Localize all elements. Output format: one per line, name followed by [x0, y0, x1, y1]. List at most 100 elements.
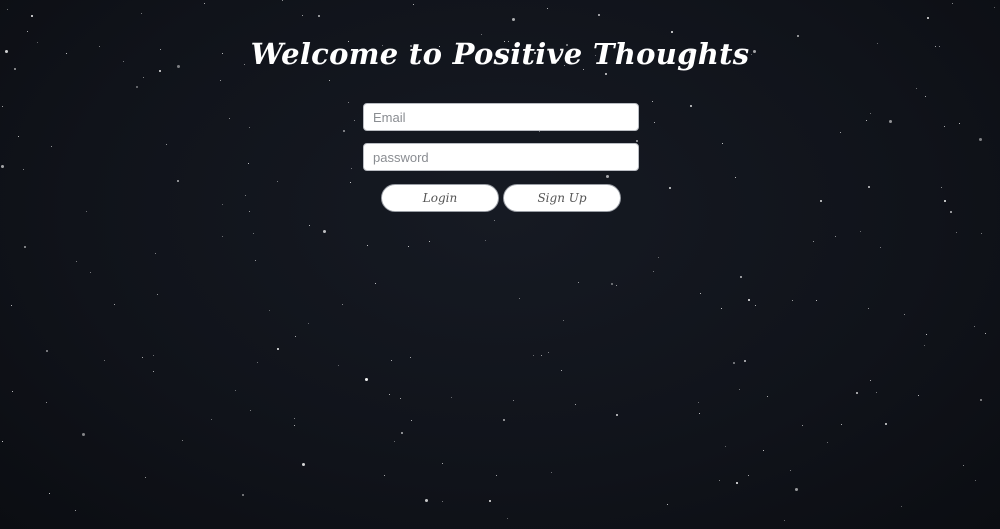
star: [820, 200, 822, 202]
star: [249, 127, 250, 128]
star: [503, 419, 505, 421]
page-title: Welcome to Positive Thoughts: [250, 37, 750, 72]
star: [282, 0, 283, 1]
star: [75, 510, 76, 511]
star: [277, 181, 278, 182]
star: [866, 120, 867, 121]
star: [354, 120, 355, 121]
star: [166, 144, 167, 145]
star: [870, 113, 871, 114]
star: [755, 305, 756, 306]
star: [253, 233, 254, 234]
star: [700, 293, 701, 294]
star: [142, 357, 143, 358]
star: [309, 225, 310, 226]
starfield-background: [0, 0, 1000, 529]
star: [795, 488, 798, 491]
star: [802, 425, 803, 426]
signup-button[interactable]: Sign Up: [503, 184, 621, 212]
star: [220, 80, 221, 81]
star: [918, 395, 919, 396]
star: [841, 424, 842, 425]
star: [12, 391, 13, 392]
star: [979, 138, 982, 141]
star: [868, 308, 869, 309]
star: [994, 7, 995, 8]
star: [512, 18, 515, 21]
star: [51, 146, 52, 147]
star: [784, 520, 785, 521]
star: [481, 34, 482, 35]
star: [177, 180, 179, 182]
star: [411, 420, 412, 421]
star: [959, 123, 960, 124]
star: [974, 326, 975, 327]
star: [763, 450, 764, 451]
star: [375, 283, 376, 284]
star: [901, 506, 902, 507]
star: [575, 404, 576, 405]
star: [916, 88, 917, 89]
star: [925, 96, 926, 97]
star: [735, 177, 736, 178]
star: [551, 472, 552, 473]
star: [563, 320, 564, 321]
star: [18, 136, 19, 137]
star: [733, 362, 735, 364]
star: [49, 493, 50, 494]
star: [400, 398, 401, 399]
password-input[interactable]: [363, 143, 639, 171]
star: [211, 419, 212, 420]
star: [981, 233, 982, 234]
star: [294, 418, 295, 419]
email-input[interactable]: [363, 103, 639, 131]
star: [24, 246, 26, 248]
star: [2, 106, 3, 107]
star: [513, 400, 514, 401]
star: [489, 500, 491, 502]
star: [27, 31, 28, 32]
star: [813, 241, 814, 242]
star: [927, 17, 929, 19]
star: [547, 8, 548, 9]
star: [598, 14, 600, 16]
star: [606, 175, 609, 178]
login-form: [363, 103, 639, 171]
star: [323, 230, 326, 233]
star: [318, 15, 320, 17]
star: [338, 365, 339, 366]
star: [496, 475, 497, 476]
star: [7, 9, 8, 10]
star: [442, 501, 443, 502]
star: [924, 345, 925, 346]
star: [652, 101, 653, 102]
star: [880, 247, 881, 248]
star: [302, 463, 305, 466]
star: [294, 425, 295, 426]
login-button[interactable]: Login: [381, 184, 499, 212]
star: [136, 86, 138, 88]
star: [944, 200, 946, 202]
star: [342, 304, 343, 305]
star: [885, 423, 887, 425]
star: [413, 4, 414, 5]
star: [740, 276, 742, 278]
star: [429, 241, 430, 242]
star: [143, 77, 144, 78]
star: [255, 260, 256, 261]
star: [653, 271, 654, 272]
star: [46, 350, 48, 352]
star: [86, 211, 87, 212]
star: [257, 362, 258, 363]
star: [394, 441, 395, 442]
star: [744, 360, 746, 362]
star: [76, 261, 77, 262]
star: [408, 246, 409, 247]
star: [249, 211, 250, 212]
star: [82, 433, 85, 436]
star: [605, 73, 607, 75]
star: [616, 285, 617, 286]
star: [578, 282, 579, 283]
star: [956, 232, 957, 233]
star: [868, 186, 870, 188]
